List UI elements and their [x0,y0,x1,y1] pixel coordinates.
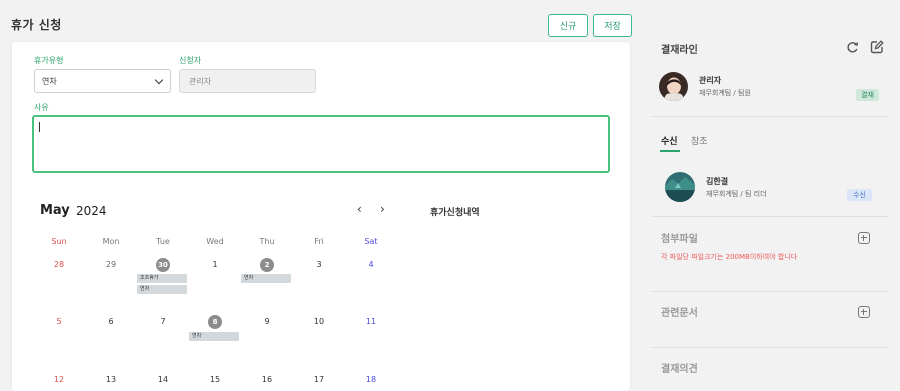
chevron-down-icon [154,75,164,85]
active-tab-indicator [660,150,680,152]
calendar-day[interactable]: 16 [247,373,287,387]
applicant-value: 관리자 [189,76,212,86]
day-number: 30 [156,258,170,272]
weekday-tue: Tue [156,237,170,246]
text-caret [39,122,40,132]
calendar-day[interactable]: 13 [91,373,131,387]
calendar-month: May [40,203,70,218]
calendar-day[interactable]: 12 [39,373,79,387]
calendar-day[interactable]: 1 [195,258,235,272]
calendar-day-selected[interactable]: 2 [247,258,287,272]
approver-name: 관리자 [699,76,722,85]
day-number: 8 [208,315,222,329]
approver-dept: 재무회계팀 / 팀원 [699,89,751,97]
calendar-day[interactable]: 28 [39,258,79,272]
new-button[interactable]: 신규 [548,14,588,37]
calendar-day[interactable]: 29 [91,258,131,272]
day-number: 2 [260,258,274,272]
weekday-sat: Sat [364,237,378,246]
reason-label: 사유 [34,103,49,112]
calendar-day[interactable]: 9 [247,315,287,329]
calendar-day[interactable]: 14 [143,373,183,387]
weekday-fri: Fri [314,237,324,246]
calendar-day[interactable]: 17 [299,373,339,387]
weekday-wed: Wed [206,237,224,246]
leave-type-select[interactable]: 연차 [34,69,171,93]
calendar-day[interactable]: 11 [351,315,391,329]
calendar-day[interactable]: 10 [299,315,339,329]
weekday-mon: Mon [102,237,120,246]
receiver-name: 김한결 [706,177,729,186]
applicant-label: 신청자 [179,56,202,65]
reason-textarea[interactable] [32,115,610,173]
calendar-day[interactable]: 15 [195,373,235,387]
refresh-icon[interactable] [846,40,860,54]
page-title: 휴가 신청 [11,18,62,32]
save-button[interactable]: 저장 [593,14,632,37]
calendar-day[interactable]: 3 [299,258,339,272]
approval-line-title: 결재라인 [661,45,698,56]
receive-badge: 수신 [847,189,872,201]
approve-badge: 결재 [856,89,879,101]
divider [652,116,888,117]
applicant-field: 관리자 [179,69,316,93]
calendar-event[interactable]: 연차 [241,274,291,283]
calendar-day-selected[interactable]: 30 [143,258,183,272]
related-docs-title: 관련문서 [661,308,698,319]
prev-month-button[interactable]: ‹ [357,202,362,216]
weekday-thu: Thu [259,237,275,246]
next-month-button[interactable]: › [380,202,385,216]
calendar-day[interactable]: 5 [39,315,79,329]
weekday-sun: Sun [51,237,67,246]
divider [652,347,888,348]
leave-type-value: 연차 [42,76,57,86]
calendar-year: 2024 [76,204,107,218]
approval-opinion-title: 결재의견 [661,364,698,375]
calendar-event[interactable]: 조조휴가 [137,274,187,283]
receiver-dept: 재무회계팀 / 팀 리더 [706,190,767,198]
tab-reference[interactable]: 참조 [691,134,708,147]
leave-form-panel: 휴가유형 연차 신청자 관리자 사유 May 2024 ‹ › Sun Mon … [12,42,630,391]
calendar-event[interactable]: 연차 [137,285,187,294]
divider [652,216,888,217]
calendar-day[interactable]: 4 [351,258,391,272]
top-bar: 휴가 신청 [0,0,643,44]
edit-icon[interactable] [870,40,884,54]
calendar-day[interactable]: 6 [91,315,131,329]
attachment-size-warning: 각 파일당 파일크기는 200MB이하여야 합니다 [661,253,798,261]
leave-type-label: 휴가유형 [34,56,64,65]
leave-history-title: 휴가신청내역 [430,208,480,218]
divider [652,291,888,292]
calendar-day-selected[interactable]: 8 [195,315,235,329]
attachments-title: 첨부파일 [661,234,698,245]
add-attachment-icon[interactable] [858,232,870,244]
add-related-doc-icon[interactable] [858,306,870,318]
calendar-day[interactable]: 7 [143,315,183,329]
avatar [659,72,688,101]
tab-receive[interactable]: 수신 [661,134,678,147]
avatar [665,172,695,202]
calendar-event[interactable]: 연차 [189,332,239,341]
calendar-day[interactable]: 18 [351,373,391,387]
